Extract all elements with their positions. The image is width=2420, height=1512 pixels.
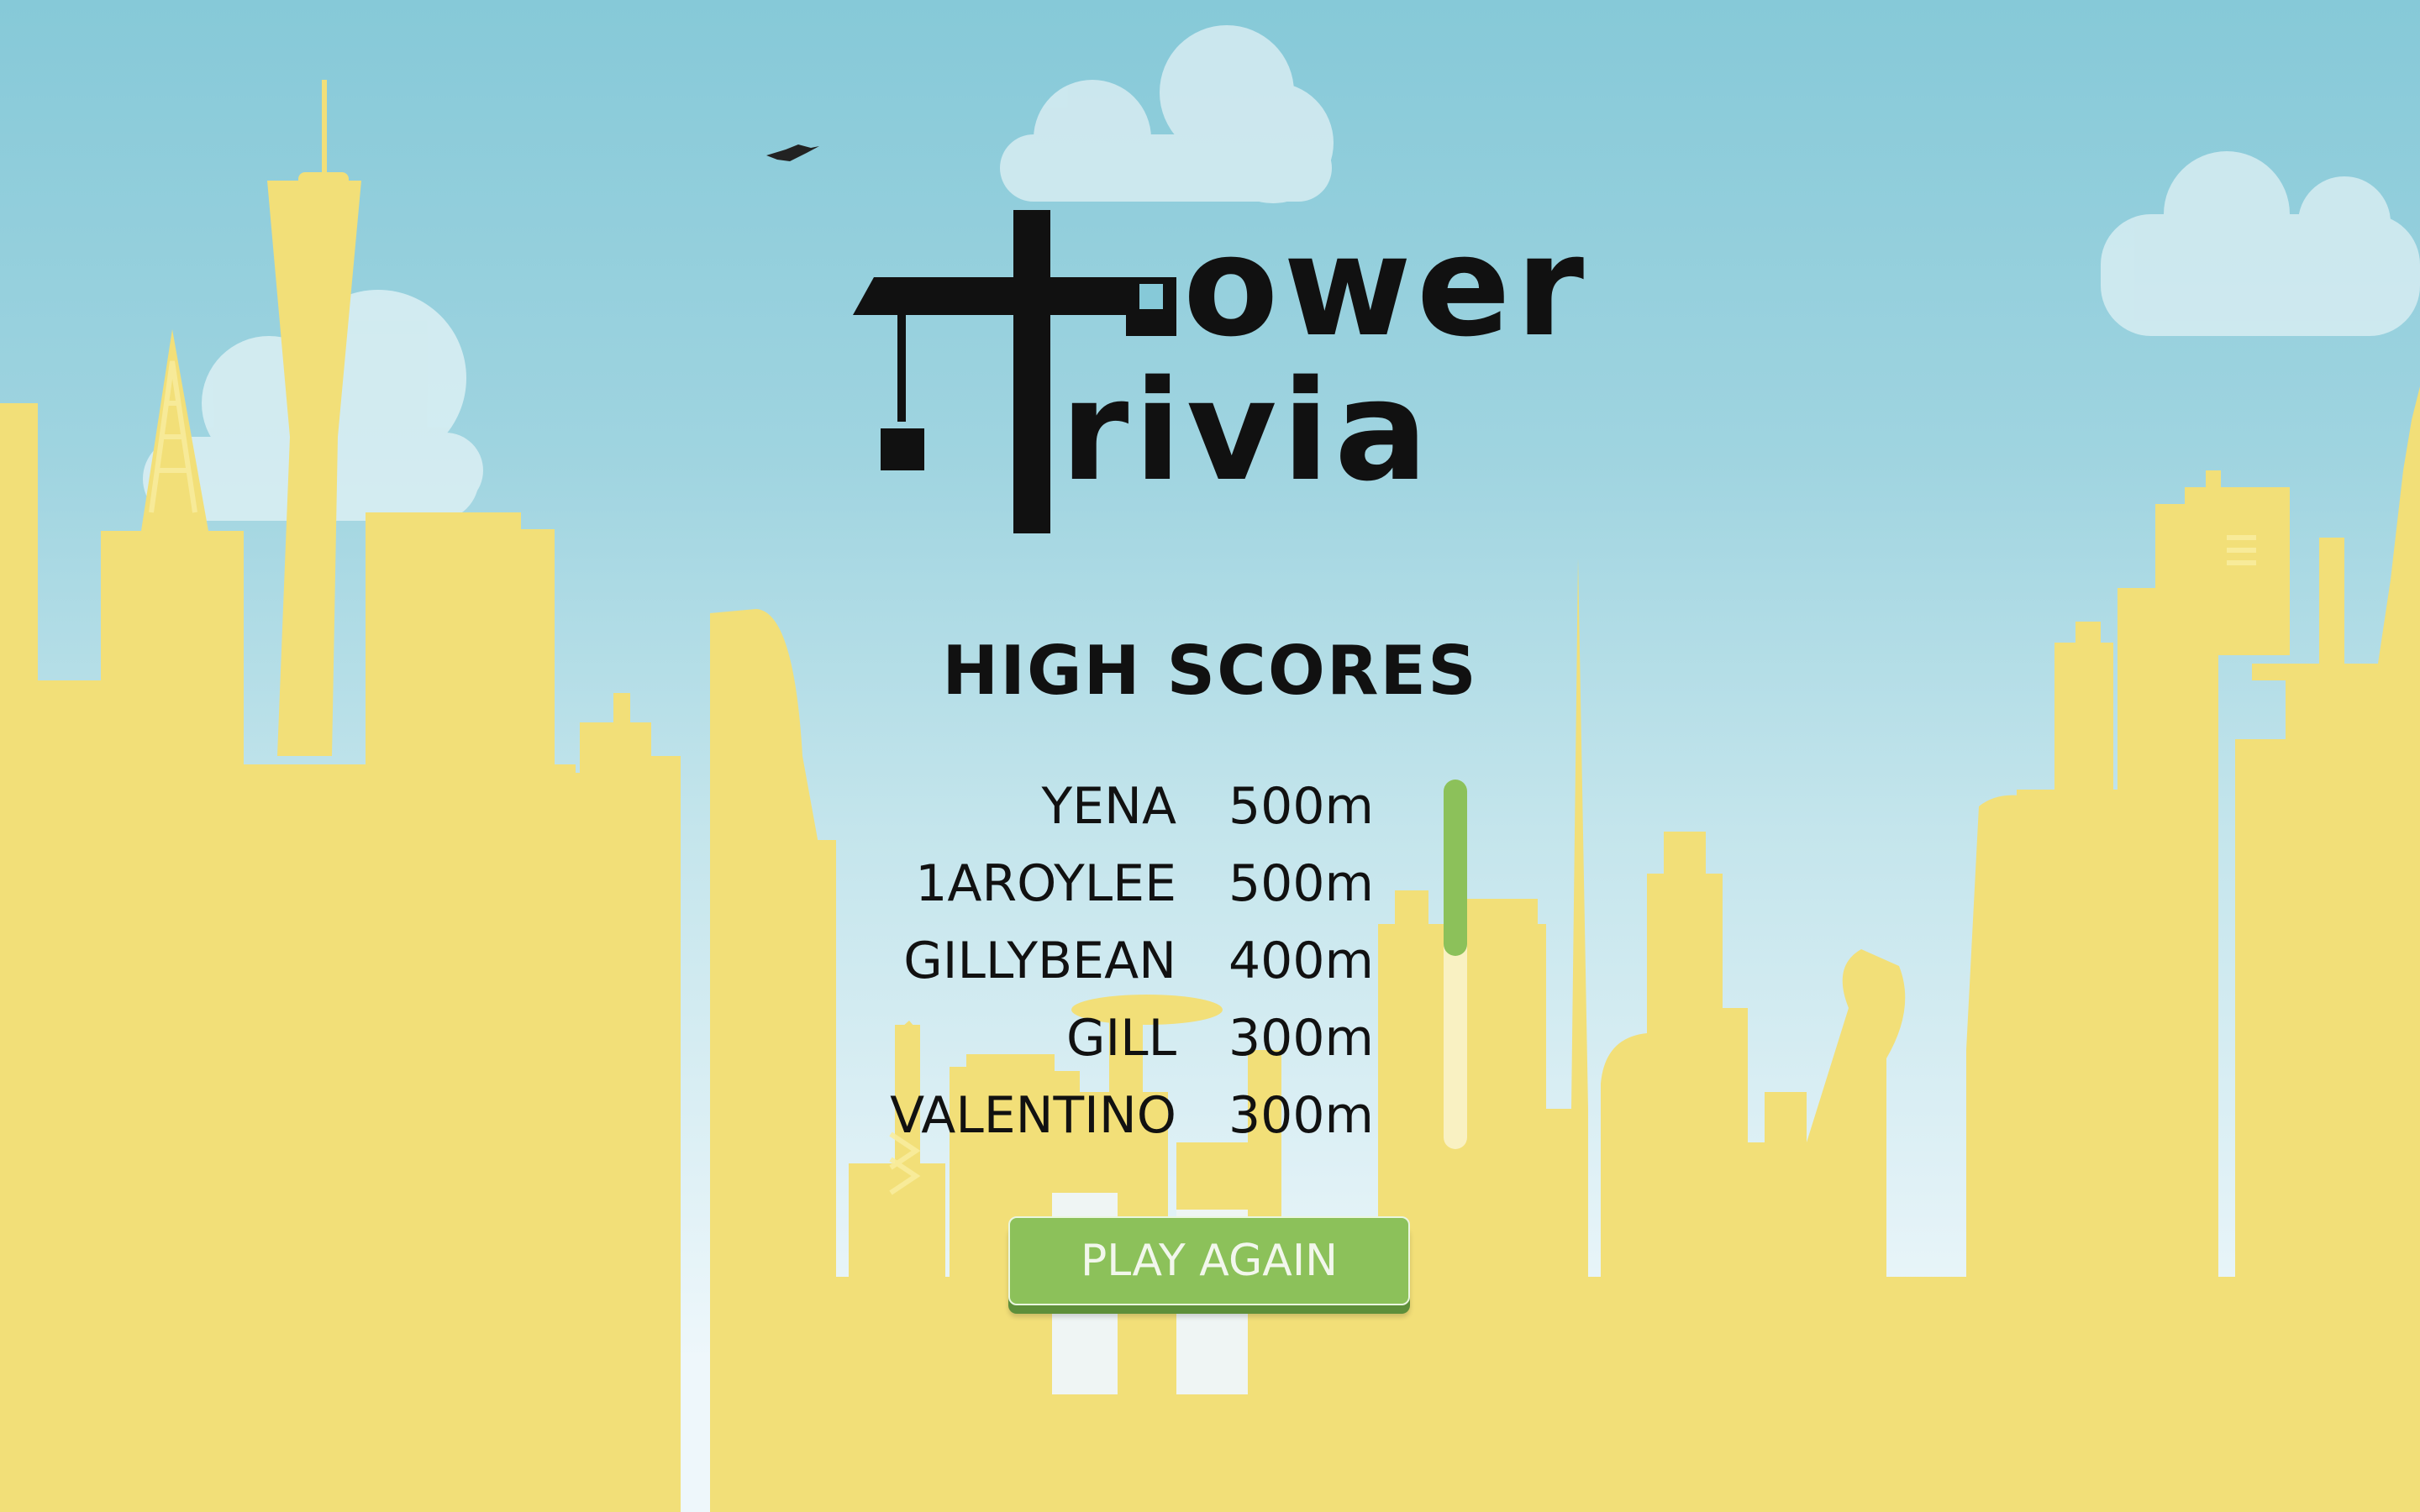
player-name: GILLYBEAN <box>903 932 1176 990</box>
scrollbar-thumb[interactable] <box>1444 780 1467 956</box>
player-score: 300m <box>1228 1009 1374 1068</box>
score-row: GILLYBEAN 400m <box>840 932 1428 1009</box>
score-row: VALENTINO 300m <box>840 1086 1428 1163</box>
player-score: 500m <box>1228 777 1374 836</box>
logo-word-rivia: rivia <box>1060 350 1433 512</box>
play-again-button[interactable]: PLAY AGAIN <box>1008 1216 1410 1305</box>
game-scene: ower rivia HIGH SCORES YENA 500m 1AROYLE… <box>0 0 2420 1512</box>
score-row: 1AROYLEE 500m <box>840 854 1428 932</box>
high-scores-title: HIGH SCORES <box>942 632 1478 710</box>
player-name: GILL <box>1065 1009 1176 1068</box>
scores-scrollbar[interactable] <box>1444 780 1467 1149</box>
logo-word-ower: ower <box>1183 206 1589 367</box>
player-name: YENA <box>1041 777 1177 836</box>
crane-mast <box>1013 210 1050 533</box>
player-score: 400m <box>1228 932 1374 990</box>
score-row: YENA 500m <box>840 777 1428 854</box>
player-name: VALENTINO <box>890 1086 1176 1145</box>
score-row: GILL 300m <box>840 1009 1428 1086</box>
player-name: 1AROYLEE <box>915 854 1176 913</box>
player-score: 300m <box>1228 1086 1374 1145</box>
player-score: 500m <box>1228 854 1374 913</box>
crane-block <box>881 428 924 470</box>
high-scores-list: YENA 500m 1AROYLEE 500m GILLYBEAN 400m G… <box>840 777 1428 1163</box>
